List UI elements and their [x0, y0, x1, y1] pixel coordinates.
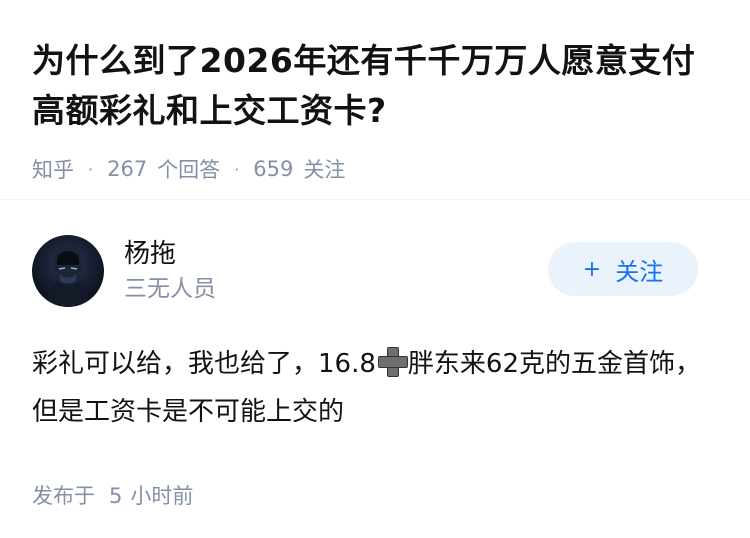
answer-card: 杨拖 三无人员 + 关注 彩礼可以给，我也给了，16.8 胖东来62克的五金首饰，… [0, 200, 750, 510]
publish-time-prefix: 发布于 [32, 484, 95, 508]
meta-separator: · [234, 159, 240, 179]
question-title[interactable]: 为什么到了2026年还有千千万万人愿意支付高额彩礼和上交工资卡? [32, 36, 718, 136]
author-badge: 三无人员 [124, 276, 216, 302]
publish-time-value: 5 [109, 484, 123, 508]
follower-count: 659 [253, 157, 294, 181]
follower-count-label[interactable]: 关注 [303, 154, 345, 184]
avatar[interactable] [32, 235, 104, 307]
publish-time: 发布于 5 小时前 [32, 480, 718, 510]
author-info: 杨拖 三无人员 [124, 237, 216, 305]
plus-icon: + [582, 256, 602, 282]
question-header: 为什么到了2026年还有千千万万人愿意支付高额彩礼和上交工资卡? 知乎 · 26… [0, 0, 750, 200]
avatar-figure-icon [46, 245, 90, 307]
answer-text-part1: 彩礼可以给，我也给了，16.8 [32, 349, 376, 379]
author-name[interactable]: 杨拖 [124, 237, 216, 271]
answer-count-label[interactable]: 个回答 [157, 154, 220, 184]
answer-count: 267 [107, 157, 148, 181]
follow-button[interactable]: + 关注 [548, 242, 698, 296]
question-meta: 知乎 · 267 个回答 · 659 关注 [32, 154, 718, 184]
source-label[interactable]: 知乎 [32, 154, 74, 184]
meta-separator: · [88, 159, 94, 179]
publish-time-suffix: 小时前 [130, 484, 194, 508]
answer-content[interactable]: 彩礼可以给，我也给了，16.8 胖东来62克的五金首饰，但是工资卡是不可能上交的 [32, 340, 722, 436]
author-row: 杨拖 三无人员 + 关注 [32, 234, 718, 308]
heavy-plus-icon [377, 346, 408, 377]
follow-label: 关注 [615, 257, 664, 286]
